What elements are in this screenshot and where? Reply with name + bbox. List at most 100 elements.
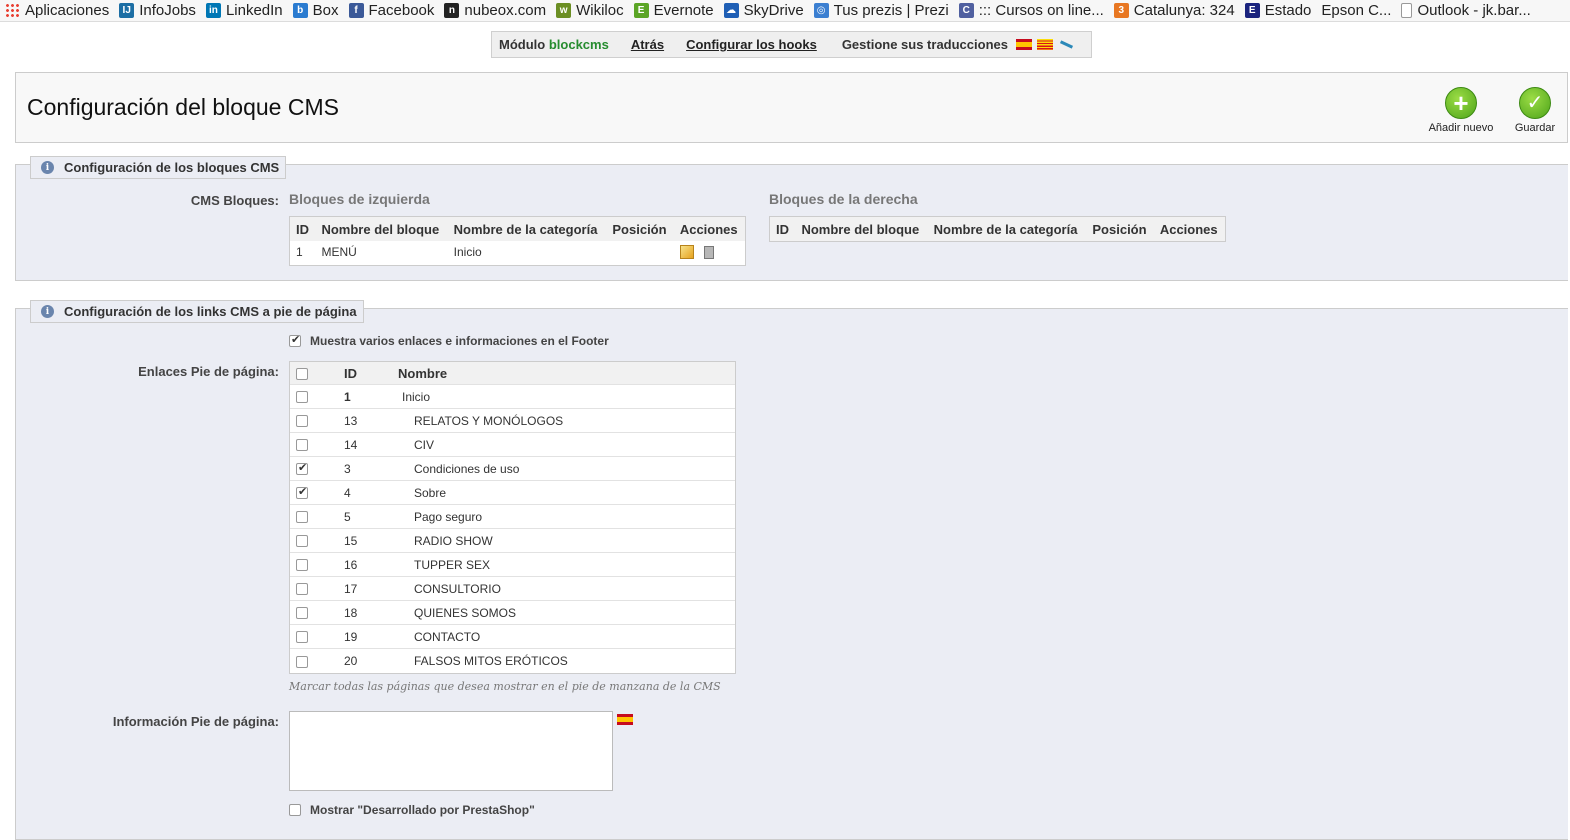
legend-text: Configuración de los links CMS a pie de … <box>64 304 357 319</box>
link-checkbox[interactable] <box>296 511 308 524</box>
cms-blocks-legend: i Configuración de los bloques CMS <box>30 156 287 179</box>
spanish-flag-icon[interactable] <box>617 714 633 725</box>
bookmark-item[interactable]: ☁ SkyDrive <box>719 2 809 19</box>
col-position: Posición <box>606 217 674 241</box>
apps-grid-icon <box>5 3 20 18</box>
bookmark-label: Estado <box>1264 2 1312 19</box>
show-footer-label: Muestra varios enlaces e informaciones e… <box>310 334 609 348</box>
link-checkbox[interactable] <box>296 391 308 404</box>
col-id: ID <box>290 217 316 241</box>
configure-hooks-link[interactable]: Configurar los hooks <box>686 37 817 52</box>
linkedin-icon: in <box>205 3 221 18</box>
col-category: Nombre de la categoría <box>447 217 607 241</box>
link-checkbox[interactable] <box>296 535 308 548</box>
link-id: 4 <box>344 485 351 500</box>
footer-info-label: Información Pie de página: <box>112 714 279 729</box>
bookmark-item[interactable]: E Evernote <box>629 2 719 19</box>
bookmark-label: Catalunya: 324 <box>1133 2 1235 19</box>
save-button[interactable]: ✓ Guardar <box>1495 87 1570 134</box>
plus-icon: + <box>1445 87 1477 119</box>
footer-links-table: ID Nombre 1 Inicio 13 RELATOS Y MONÓLOGOS 14… <box>289 361 736 674</box>
bookmark-item[interactable]: Aplicaciones <box>0 2 114 19</box>
link-id: 3 <box>344 461 351 476</box>
link-name: Inicio <box>402 389 431 404</box>
col-block-name: Nombre del bloque <box>795 217 928 241</box>
footer-links-label: Enlaces Pie de página: <box>138 364 279 379</box>
col-actions: Acciones <box>1153 217 1225 241</box>
link-checkbox[interactable] <box>296 461 308 476</box>
bookmark-label: Wikiloc <box>576 2 624 19</box>
show-footer-option[interactable]: Muestra varios enlaces e informaciones e… <box>289 333 609 348</box>
block-id: 1 <box>296 245 303 259</box>
table-row: 20 FALSOS MITOS ERÓTICOS <box>290 649 735 673</box>
add-new-label: Añadir nuevo <box>1428 122 1494 134</box>
bookmark-item[interactable]: b Box <box>288 2 344 19</box>
link-checkbox[interactable] <box>296 439 308 452</box>
bookmark-item[interactable]: Epson C... <box>1316 2 1396 19</box>
link-name: CIV <box>414 437 435 452</box>
link-name: Pago seguro <box>414 509 483 524</box>
footer-links-legend: i Configuración de los links CMS a pie d… <box>30 300 364 323</box>
link-id: 13 <box>344 413 358 428</box>
link-name: RADIO SHOW <box>414 533 493 548</box>
other-language-icon[interactable] <box>1058 39 1074 50</box>
powered-by-option[interactable]: Mostrar "Desarrollado por PrestaShop" <box>289 803 535 817</box>
bookmark-item[interactable]: C::: Cursos on line... <box>954 2 1109 19</box>
bookmark-item[interactable]: f Facebook <box>344 2 440 19</box>
bookmark-label: Epson C... <box>1321 2 1392 19</box>
prezi-icon: ◎ <box>813 3 829 18</box>
link-name: Sobre <box>414 485 447 500</box>
table-row: 19 CONTACTO <box>290 625 735 649</box>
bookmark-label: LinkedIn <box>225 2 283 19</box>
table-row: 13 RELATOS Y MONÓLOGOS <box>290 409 735 433</box>
bookmark-item[interactable]: n nubeox.com <box>439 2 551 19</box>
footer-info-textarea[interactable] <box>289 711 613 791</box>
bookmark-item[interactable]: ◎ Tus prezis | Prezi <box>809 2 954 19</box>
bookmark-label: Outlook - jk.bar... <box>1417 2 1531 19</box>
infojobs-icon: IJ <box>119 3 135 18</box>
spanish-flag-icon[interactable] <box>1015 39 1032 50</box>
table-row: 18 QUIENES SOMOS <box>290 601 735 625</box>
powered-by-label: Mostrar "Desarrollado por PrestaShop" <box>310 803 535 817</box>
col-name: Nombre <box>398 365 448 381</box>
link-id: 1 <box>344 389 351 404</box>
page-header: Configuración del bloque CMS + Añadir nu… <box>15 72 1568 143</box>
catalan-flag-icon[interactable] <box>1036 39 1053 50</box>
select-all-checkbox[interactable] <box>296 368 308 381</box>
link-name: RELATOS Y MONÓLOGOS <box>414 413 564 428</box>
module-name: blockcms <box>548 37 609 52</box>
bookmark-label: Tus prezis | Prezi <box>833 2 949 19</box>
show-footer-checkbox[interactable] <box>289 333 301 347</box>
col-position: Posición <box>1086 217 1154 241</box>
evernote-icon: E <box>633 3 649 18</box>
footer-links-note: Marcar todas las páginas que desea mostr… <box>289 680 721 693</box>
block-category: Inicio <box>453 245 482 259</box>
link-checkbox[interactable] <box>296 485 308 500</box>
powered-by-checkbox[interactable] <box>289 804 301 816</box>
link-id: 17 <box>344 581 358 596</box>
link-checkbox[interactable] <box>296 559 308 572</box>
module-toolbar: Módulo blockcms Atrás Configurar los hoo… <box>491 31 1092 58</box>
bookmark-item[interactable]: in LinkedIn <box>201 2 288 19</box>
bookmark-label: ::: Cursos on line... <box>978 2 1104 19</box>
cursos-icon: C <box>958 3 974 18</box>
bookmark-item[interactable]: E Estado <box>1240 2 1317 19</box>
add-new-button[interactable]: + Añadir nuevo <box>1421 87 1501 134</box>
link-checkbox[interactable] <box>296 655 308 668</box>
translations-label: Gestione sus traducciones <box>841 37 1008 52</box>
left-blocks-title: Bloques de izquierda <box>289 191 430 207</box>
block-actions <box>674 241 745 263</box>
bookmark-item[interactable]: IJ InfoJobs <box>114 2 201 19</box>
bookmark-item[interactable]: w Wikiloc <box>551 2 629 19</box>
table-row: 4 Sobre <box>290 481 735 505</box>
link-checkbox[interactable] <box>296 631 308 644</box>
link-checkbox[interactable] <box>296 607 308 620</box>
bookmark-item[interactable]: Outlook - jk.bar... <box>1396 2 1535 19</box>
link-checkbox[interactable] <box>296 583 308 596</box>
edit-icon[interactable] <box>679 245 694 260</box>
link-name: CONSULTORIO <box>414 581 501 596</box>
bookmark-item[interactable]: 3 Catalunya: 324 <box>1109 2 1240 19</box>
link-checkbox[interactable] <box>296 415 308 428</box>
delete-icon[interactable] <box>703 245 714 259</box>
back-link[interactable]: Atrás <box>631 37 664 52</box>
